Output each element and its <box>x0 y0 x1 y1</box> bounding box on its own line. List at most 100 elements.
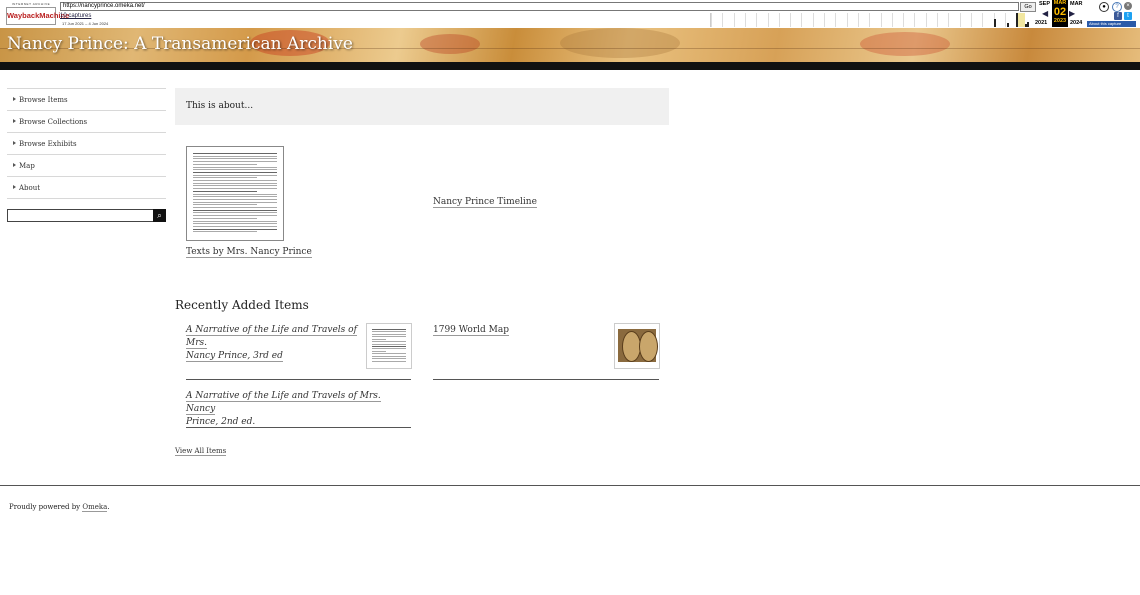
item-divider <box>186 379 411 380</box>
capture-sparkline[interactable] <box>710 13 1029 27</box>
document-text-line <box>372 353 406 355</box>
prev-capture-arrow-icon[interactable]: ◀ <box>1042 9 1048 18</box>
document-text-line <box>372 355 406 357</box>
capture-bar <box>1007 23 1009 27</box>
chevron-right-icon <box>13 141 16 145</box>
current-capture-date: MAR 02 2023 <box>1052 0 1068 27</box>
document-text-line <box>193 215 277 217</box>
map-decoration <box>420 34 480 54</box>
search-input[interactable] <box>7 209 154 222</box>
sparkline-tick <box>880 13 882 27</box>
item-divider <box>433 379 659 380</box>
recent-items-heading: Recently Added Items <box>175 298 309 312</box>
featured-exhibit-link[interactable]: Texts by Mrs. Nancy Prince <box>186 247 312 258</box>
next-capture-arrow-icon[interactable]: ▶ <box>1069 9 1075 18</box>
document-text-line <box>372 358 406 360</box>
sparkline-tick <box>846 13 848 27</box>
sparkline-tick <box>982 13 984 27</box>
prev-month-label[interactable]: SEP <box>1039 1 1050 7</box>
item-divider <box>186 427 411 428</box>
sidebar-item-about[interactable]: About <box>7 176 166 199</box>
wayback-url-input[interactable]: https://nancyprince.omeka.net/ <box>60 2 1019 11</box>
map-decoration <box>860 32 950 56</box>
map-decoration <box>560 28 680 58</box>
document-text-line <box>193 193 277 195</box>
twitter-icon[interactable]: t <box>1124 12 1132 20</box>
sidebar-item-label: About <box>19 184 41 192</box>
intro-text: This is about... <box>186 101 254 111</box>
document-text-line <box>372 350 386 352</box>
current-year: 2023 <box>1053 18 1067 24</box>
recent-item-thumbnail[interactable] <box>366 323 412 369</box>
sparkline-tick <box>744 13 746 27</box>
sidebar-item-browse-exhibits[interactable]: Browse Exhibits <box>7 132 166 154</box>
document-text-line <box>193 153 277 154</box>
document-text-line <box>193 231 257 233</box>
sidebar-item-browse-collections[interactable]: Browse Collections <box>7 110 166 132</box>
sparkline-tick <box>857 13 859 27</box>
sparkline-tick <box>767 13 769 27</box>
site-title[interactable]: Nancy Prince: A Transamerican Archive <box>7 34 353 54</box>
document-text-line <box>193 220 277 222</box>
document-text-line <box>193 228 277 230</box>
wayback-machine-logo: WaybackMachine <box>6 7 69 25</box>
sparkline-tick <box>1004 13 1006 27</box>
sparkline-tick <box>722 13 724 27</box>
current-day: 02 <box>1053 6 1067 18</box>
next-month-label[interactable]: MAR <box>1070 1 1083 7</box>
next-year-label: 2024 <box>1070 20 1083 26</box>
document-text-line <box>193 223 277 225</box>
sparkline-tick <box>778 13 780 27</box>
view-all-items-link[interactable]: View All Items <box>175 447 227 456</box>
footer-text: Proudly powered by <box>9 503 83 511</box>
sidebar-item-map[interactable]: Map <box>7 154 166 176</box>
capture-bar <box>1016 13 1018 27</box>
document-text-line <box>193 212 277 214</box>
captures-link[interactable]: 10 captures <box>60 13 91 19</box>
sparkline-tick <box>869 13 871 27</box>
document-text-line <box>193 169 277 171</box>
facebook-icon[interactable]: f <box>1114 12 1122 20</box>
omeka-link[interactable]: Omeka <box>82 503 108 512</box>
chevron-right-icon <box>13 163 16 167</box>
document-text-line <box>372 333 406 335</box>
sparkline-tick <box>812 13 814 27</box>
recent-item-thumbnail[interactable] <box>614 323 660 369</box>
recent-item-title[interactable]: A Narrative of the Life and Travels of M… <box>186 390 396 429</box>
about-capture-button[interactable]: About this capture <box>1087 21 1136 27</box>
document-text-line <box>193 166 277 168</box>
internet-archive-label: INTERNET ARCHIVE <box>11 2 51 6</box>
featured-exhibit-thumbnail[interactable] <box>186 146 284 241</box>
sparkline-tick <box>914 13 916 27</box>
wayback-go-button[interactable]: Go <box>1020 2 1036 12</box>
recent-item-title[interactable]: A Narrative of the Life and Travels of M… <box>186 324 361 363</box>
footer: Proudly powered by Omeka. <box>9 503 110 512</box>
close-icon[interactable]: × <box>1124 2 1132 10</box>
featured-exhibit-link[interactable]: Nancy Prince Timeline <box>433 197 537 208</box>
chevron-right-icon <box>13 185 16 189</box>
chevron-right-icon <box>13 119 16 123</box>
document-text-line <box>193 174 277 176</box>
header-bottom-bar <box>0 62 1140 70</box>
document-text-line <box>193 171 277 173</box>
sparkline-tick <box>756 13 758 27</box>
document-text-line <box>372 341 406 343</box>
document-text-line <box>193 207 277 208</box>
help-icon[interactable]: ? <box>1112 2 1122 12</box>
document-text-line <box>372 348 406 350</box>
user-icon[interactable]: ● <box>1099 2 1109 12</box>
document-text-line <box>193 180 277 181</box>
sparkline-tick <box>948 13 950 27</box>
document-text-line <box>193 190 257 192</box>
document-text-line <box>193 204 257 206</box>
sidebar-item-browse-items[interactable]: Browse Items <box>7 88 166 110</box>
document-text-line <box>372 338 386 340</box>
search-icon: ⌕ <box>157 211 162 220</box>
recent-item-title[interactable]: 1799 World Map <box>433 324 509 337</box>
search-button[interactable]: ⌕ <box>153 209 166 222</box>
capture-bar <box>1027 22 1029 27</box>
recent-item-title-line: A Narrative of the Life and Travels of M… <box>186 325 357 349</box>
wayback-logo[interactable]: INTERNET ARCHIVE WaybackMachine <box>6 2 69 25</box>
document-text-line <box>372 336 406 338</box>
document-text-line <box>193 188 277 190</box>
